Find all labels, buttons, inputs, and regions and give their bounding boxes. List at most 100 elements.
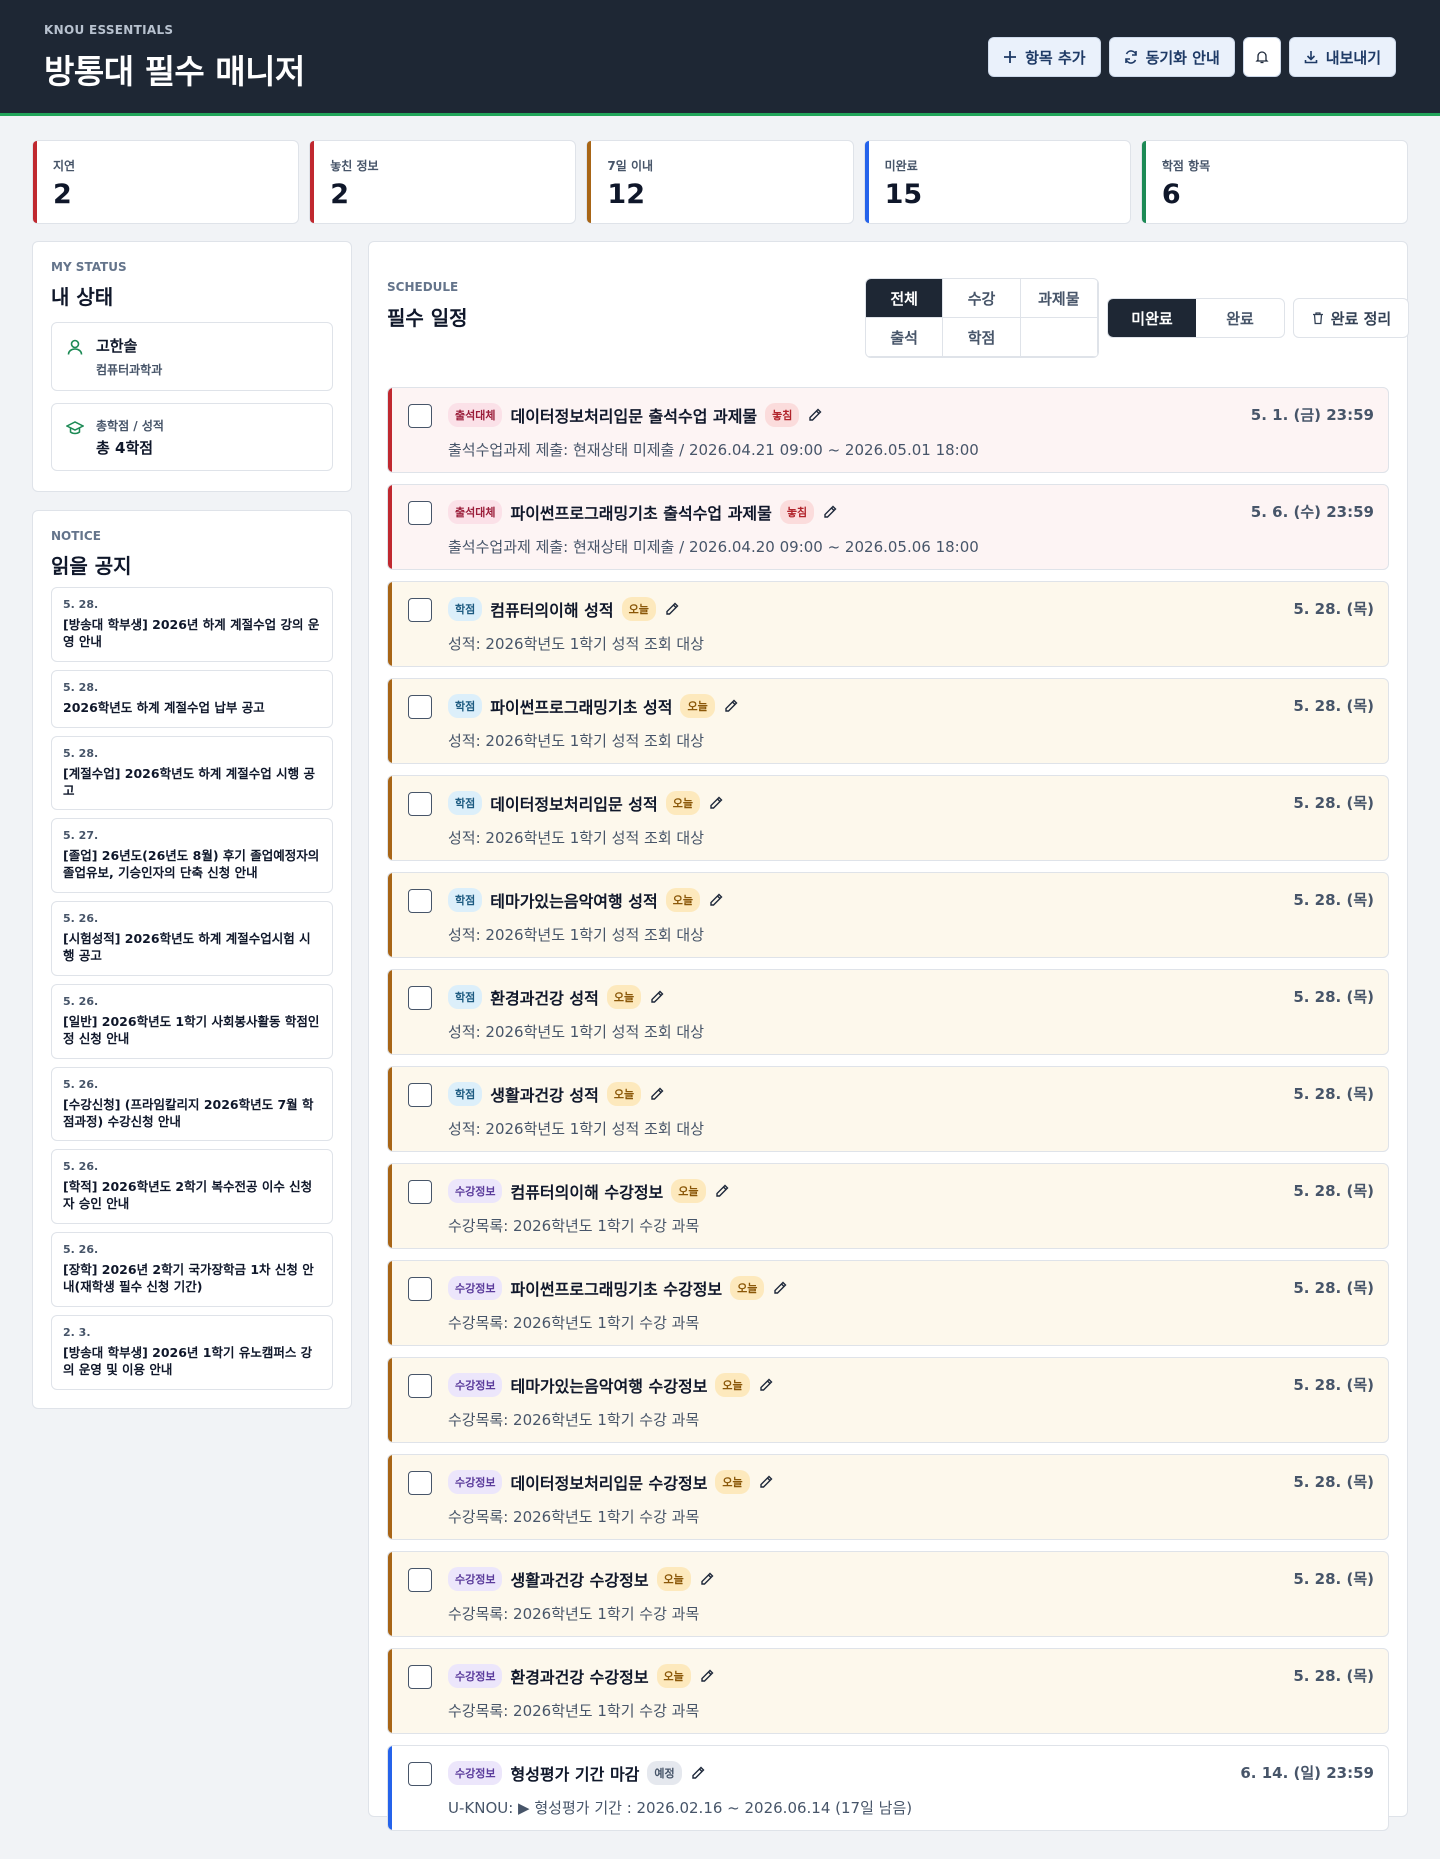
edit-pencil-icon[interactable]: [807, 407, 823, 423]
schedule-item[interactable]: 학점 생활과건강 성적 오늘 성적: 2026학년도 1학기 성적 조회 대상 5. 2…: [387, 1066, 1389, 1152]
notice-item[interactable]: 5. 26. [수강신청] (프라임칼리지 2026학년도 7월 학점과정) 수강…: [51, 1066, 333, 1142]
filter-attendance[interactable]: 출석: [866, 318, 944, 357]
schedule-item[interactable]: 수강정보 환경과건강 수강정보 오늘 수강목록: 2026학년도 1학기 수강 과목 5…: [387, 1648, 1389, 1734]
notice-item[interactable]: 5. 28. [방송대 학부생] 2026년 하계 계절수업 강의 운영 안내: [51, 587, 333, 662]
sync-guide-button[interactable]: 동기화 안내: [1108, 37, 1235, 77]
edit-pencil-icon[interactable]: [708, 892, 724, 908]
schedule-item[interactable]: 학점 환경과건강 성적 오늘 성적: 2026학년도 1학기 성적 조회 대상 5. 2…: [387, 969, 1389, 1055]
filter-all[interactable]: 전체: [866, 279, 944, 318]
schedule-item[interactable]: 수강정보 데이터정보처리입문 수강정보 오늘 수강목록: 2026학년도 1학기 수강…: [387, 1454, 1389, 1540]
schedule-item[interactable]: 학점 컴퓨터의이해 성적 오늘 성적: 2026학년도 1학기 성적 조회 대상 5. …: [387, 581, 1389, 667]
schedule-item[interactable]: 수강정보 컴퓨터의이해 수강정보 오늘 수강목록: 2026학년도 1학기 수강 과목…: [387, 1163, 1389, 1249]
item-due-date: 5. 28. (목): [1293, 1085, 1374, 1103]
category-tag: 학점: [448, 888, 483, 912]
notice-item[interactable]: 5. 26. [학적] 2026학년도 2학기 복수전공 이수 신청자 승인 안내: [51, 1149, 333, 1225]
stat-card-missed: 놓친 정보 2: [309, 140, 577, 224]
schedule-item[interactable]: 수강정보 파이썬프로그래밍기초 수강정보 오늘 수강목록: 2026학년도 1학기 수…: [387, 1260, 1389, 1346]
filter-credit[interactable]: 학점: [943, 318, 1021, 357]
notice-item[interactable]: 5. 27. [졸업] 26년도(26년도 8월) 후기 졸업예정자의 졸업유보,…: [51, 818, 333, 894]
item-header: 학점 생활과건강 성적 오늘: [448, 1082, 665, 1106]
user-icon: [67, 339, 83, 355]
complete-checkbox[interactable]: [408, 1180, 432, 1204]
notice-date: 2. 3.: [63, 1325, 91, 1339]
complete-checkbox[interactable]: [408, 598, 432, 622]
notification-button[interactable]: [1242, 37, 1281, 77]
status-badge: 오늘: [730, 1276, 765, 1300]
schedule-item[interactable]: 학점 테마가있는음악여행 성적 오늘 성적: 2026학년도 1학기 성적 조회 대상…: [387, 872, 1389, 958]
complete-checkbox[interactable]: [408, 501, 432, 525]
student-department: 컴퓨터과학과: [96, 363, 163, 377]
schedule-header: SCHEDULE 필수 일정 전체 수강 과제물 출석 학점 미완료 완료 완료…: [387, 278, 1409, 376]
complete-checkbox[interactable]: [408, 1277, 432, 1301]
stat-label: 7일 이내: [607, 159, 654, 173]
filter-course[interactable]: 수강: [943, 279, 1021, 318]
schedule-item[interactable]: 출석대체 데이터정보처리입문 출석수업 과제물 놓침 출석수업과제 제출: 현재상태 …: [387, 387, 1389, 473]
complete-checkbox[interactable]: [408, 792, 432, 816]
section-kicker: MY STATUS: [51, 260, 127, 274]
edit-pencil-icon[interactable]: [649, 1086, 665, 1102]
complete-checkbox[interactable]: [408, 1471, 432, 1495]
item-description: 수강목록: 2026학년도 1학기 수강 과목: [448, 1702, 700, 1720]
notice-item[interactable]: 2. 3. [방송대 학부생] 2026년 1학기 유노캠퍼스 강의 운영 및 이…: [51, 1314, 333, 1390]
bell-icon: [1255, 51, 1269, 64]
complete-checkbox[interactable]: [408, 986, 432, 1010]
edit-pencil-icon[interactable]: [758, 1474, 774, 1490]
item-title: 파이썬프로그래밍기초 출석수업 과제물: [510, 504, 772, 523]
complete-checkbox[interactable]: [408, 1083, 432, 1107]
notice-item[interactable]: 5. 26. [일반] 2026학년도 1학기 사회봉사활동 학점인정 신청 안내: [51, 983, 333, 1059]
schedule-item[interactable]: 학점 데이터정보처리입문 성적 오늘 성적: 2026학년도 1학기 성적 조회 대상…: [387, 775, 1389, 861]
complete-checkbox[interactable]: [408, 1374, 432, 1398]
stat-card-overdue: 지연 2: [32, 140, 300, 224]
notice-title: 2026학년도 하계 계절수업 납부 공고: [63, 699, 265, 715]
credit-label: 총학점 / 성적: [96, 419, 164, 433]
edit-pencil-icon[interactable]: [690, 1765, 706, 1781]
notice-item[interactable]: 5. 28. 2026학년도 하계 계절수업 납부 공고: [51, 669, 333, 728]
notice-item[interactable]: 5. 26. [장학] 2026년 2학기 국가장학금 1차 신청 안내(재학생 …: [51, 1232, 333, 1307]
status-badge: 오늘: [656, 1664, 691, 1688]
filter-empty-cell: [1020, 318, 1098, 357]
schedule-item[interactable]: 학점 파이썬프로그래밍기초 성적 오늘 성적: 2026학년도 1학기 성적 조회 대…: [387, 678, 1389, 764]
item-header: 학점 컴퓨터의이해 성적 오늘: [448, 597, 680, 621]
export-button[interactable]: 내보내기: [1288, 37, 1396, 77]
edit-pencil-icon[interactable]: [822, 504, 838, 520]
notice-title: [수강신청] (프라임칼리지 2026학년도 7월 학점과정) 수강신청 안내: [63, 1096, 314, 1129]
status-badge: 오늘: [606, 985, 642, 1009]
schedule-item[interactable]: 출석대체 파이썬프로그래밍기초 출석수업 과제물 놓침 출석수업과제 제출: 현재상태…: [387, 484, 1389, 570]
complete-checkbox[interactable]: [408, 1568, 432, 1592]
edit-pencil-icon[interactable]: [649, 989, 665, 1005]
schedule-item[interactable]: 수강정보 테마가있는음악여행 수강정보 오늘 수강목록: 2026학년도 1학기 수강…: [387, 1357, 1389, 1443]
notice-item[interactable]: 5. 28. [계절수업] 2026학년도 하계 계절수업 시행 공고: [51, 735, 333, 811]
edit-pencil-icon[interactable]: [772, 1280, 788, 1296]
complete-checkbox[interactable]: [408, 1665, 432, 1689]
complete-checkbox[interactable]: [408, 889, 432, 913]
schedule-item[interactable]: 수강정보 형성평가 기간 마감 예정 U-KNOU: ▶ 형성평가 기간 : 2026…: [387, 1745, 1389, 1831]
category-tag: 수강정보: [448, 1664, 503, 1688]
edit-pencil-icon[interactable]: [699, 1668, 715, 1684]
edit-pencil-icon[interactable]: [758, 1377, 774, 1393]
stat-label: 놓친 정보: [330, 159, 379, 173]
complete-checkbox[interactable]: [408, 1762, 432, 1786]
item-due-date: 6. 14. (일) 23:59: [1240, 1764, 1374, 1782]
edit-pencil-icon[interactable]: [708, 795, 724, 811]
toggle-complete[interactable]: 완료: [1196, 299, 1284, 337]
add-item-button[interactable]: 항목 추가: [988, 37, 1101, 77]
item-description: 성적: 2026학년도 1학기 성적 조회 대상: [448, 635, 705, 653]
item-due-date: 5. 6. (수) 23:59: [1250, 503, 1374, 521]
edit-pencil-icon[interactable]: [714, 1183, 730, 1199]
filter-assignment[interactable]: 과제물: [1020, 279, 1098, 318]
stat-value: 2: [330, 179, 349, 210]
complete-checkbox[interactable]: [408, 695, 432, 719]
item-description: 성적: 2026학년도 1학기 성적 조회 대상: [448, 1023, 705, 1041]
item-header: 수강정보 형성평가 기간 마감 예정: [448, 1761, 706, 1785]
item-header: 출석대체 데이터정보처리입문 출석수업 과제물 놓침: [448, 403, 823, 427]
complete-checkbox[interactable]: [408, 404, 432, 428]
edit-pencil-icon[interactable]: [664, 601, 680, 617]
notice-title: [학적] 2026학년도 2학기 복수전공 이수 신청자 승인 안내: [63, 1179, 313, 1212]
item-description: 수강목록: 2026학년도 1학기 수강 과목: [448, 1217, 700, 1235]
notice-item[interactable]: 5. 26. [시험성적] 2026학년도 하계 계절수업시험 시행 공고: [51, 901, 333, 976]
cleanup-button[interactable]: 완료 정리: [1293, 298, 1409, 338]
edit-pencil-icon[interactable]: [723, 698, 739, 714]
edit-pencil-icon[interactable]: [699, 1571, 715, 1587]
toggle-incomplete[interactable]: 미완료: [1108, 299, 1196, 337]
schedule-item[interactable]: 수강정보 생활과건강 수강정보 오늘 수강목록: 2026학년도 1학기 수강 과목 5…: [387, 1551, 1389, 1637]
